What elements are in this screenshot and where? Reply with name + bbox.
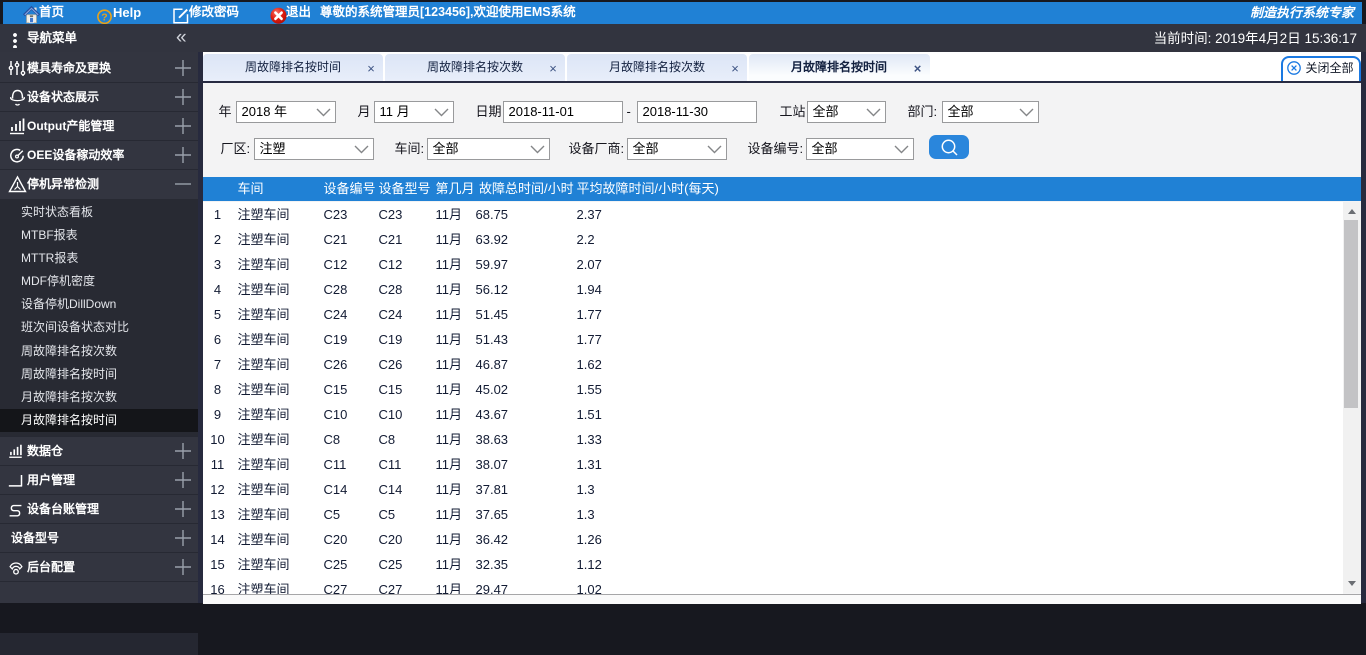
svg-text:?: ? xyxy=(101,11,107,23)
